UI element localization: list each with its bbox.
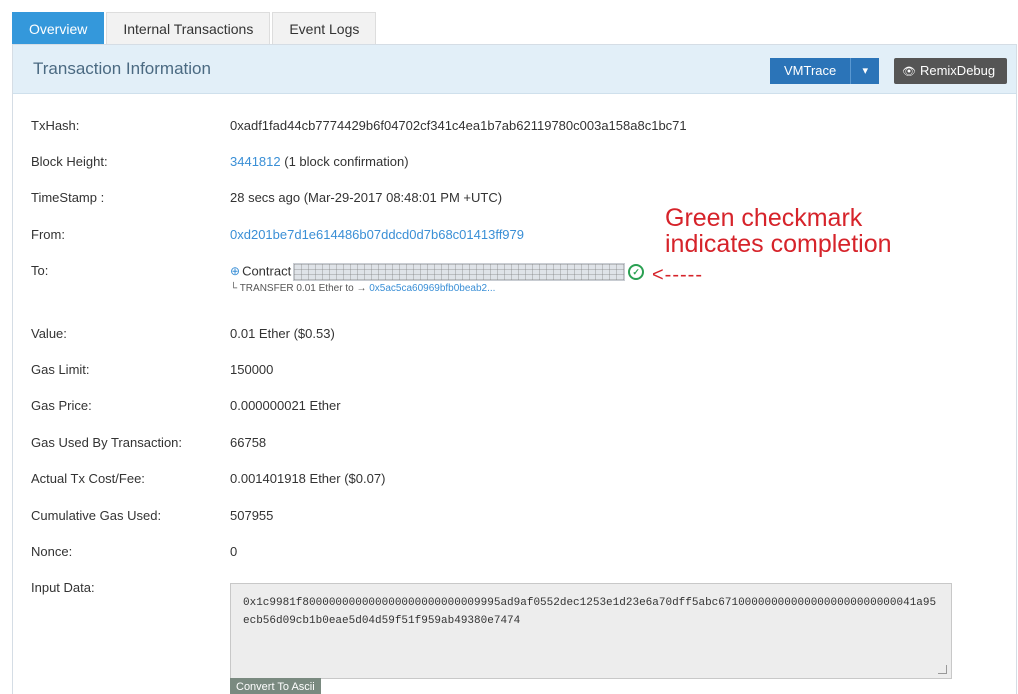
tx-cost-value: 0.001401918 Ether ($0.07) xyxy=(230,471,386,486)
green-checkmark-icon: ✓ xyxy=(628,264,645,280)
remix-debug-label: RemixDebug xyxy=(919,63,996,78)
block-confirmation-text: (1 block confirmation) xyxy=(284,154,409,169)
tab-overview[interactable]: Overview xyxy=(12,12,105,44)
redacted-contract-address xyxy=(293,263,626,281)
block-number-link[interactable]: 3441812 xyxy=(230,154,281,169)
from-address-link[interactable]: 0xd201be7d1e614486b07ddcd0d7b68c01413ff9… xyxy=(230,227,524,242)
input-data-value: 0x1c9981f800000000000000000000000009995a… xyxy=(243,597,937,627)
transaction-panel: Transaction Information VMTrace ▾ 👁 Remix… xyxy=(12,44,1017,694)
remix-debug-button[interactable]: 👁 RemixDebug xyxy=(894,58,1008,84)
nonce-value: 0 xyxy=(230,544,238,559)
value-amount: 0.01 Ether ($0.53) xyxy=(230,326,335,341)
magnifier-icon[interactable]: ⊕ xyxy=(230,264,240,278)
tab-internal-transactions[interactable]: Internal Transactions xyxy=(106,12,271,44)
tab-bar: Overview Internal Transactions Event Log… xyxy=(12,12,378,44)
annotation-line-2: indicates completion xyxy=(665,230,892,258)
timestamp-value: 28 secs ago (Mar-29-2017 08:48:01 PM +UT… xyxy=(230,190,503,205)
annotation-arrow: <----- xyxy=(652,264,703,286)
arrow-right-icon: → xyxy=(356,283,367,294)
to-label: To: xyxy=(31,263,49,278)
transfer-amount: 0.01 Ether xyxy=(296,283,343,294)
annotation-line-1: Green checkmark xyxy=(665,204,863,232)
vmtrace-button-group: VMTrace ▾ xyxy=(770,58,880,84)
transfer-label: TRANSFER xyxy=(239,283,294,294)
gas-used-label: Gas Used By Transaction: xyxy=(31,435,183,450)
caret-down-icon[interactable]: ▾ xyxy=(851,58,880,84)
transfer-info: └ TRANSFER 0.01 Ether to → 0x5ac5ca60969… xyxy=(230,283,496,294)
gas-price-value: 0.000000021 Ether xyxy=(230,398,341,413)
txhash-value: 0xadf1fad44cb7774429b6f04702cf341c4ea1b7… xyxy=(230,118,687,133)
convert-to-ascii-button[interactable]: Convert To Ascii xyxy=(230,678,321,694)
value-label: Value: xyxy=(31,326,67,341)
cumulative-gas-value: 507955 xyxy=(230,508,274,523)
block-height-value: 3441812 (1 block confirmation) xyxy=(230,154,409,169)
contract-label: Contract xyxy=(242,263,292,279)
tx-cost-label: Actual Tx Cost/Fee: xyxy=(31,471,145,486)
panel-header: Transaction Information VMTrace ▾ 👁 Remix… xyxy=(13,45,1016,94)
annotation-text: Green checkmark indicates completion xyxy=(665,205,892,257)
block-height-label: Block Height: xyxy=(31,154,108,169)
gas-price-label: Gas Price: xyxy=(31,398,92,413)
from-label: From: xyxy=(31,227,65,242)
cumulative-gas-label: Cumulative Gas Used: xyxy=(31,508,162,523)
transfer-to-text: to xyxy=(345,283,354,294)
timestamp-label: TimeStamp : xyxy=(31,190,105,205)
nonce-label: Nonce: xyxy=(31,544,73,559)
gas-used-value: 66758 xyxy=(230,435,267,450)
txhash-label: TxHash: xyxy=(31,118,80,133)
gas-limit-value: 150000 xyxy=(230,362,274,377)
resize-handle-icon[interactable] xyxy=(938,665,947,674)
to-value: ⊕ Contract ✓ xyxy=(230,263,645,281)
panel-title: Transaction Information xyxy=(33,59,211,78)
eye-slash-icon: 👁 xyxy=(902,66,916,78)
input-data-label: Input Data: xyxy=(31,580,95,595)
vmtrace-button[interactable]: VMTrace xyxy=(770,58,852,84)
gas-limit-label: Gas Limit: xyxy=(31,362,90,377)
tab-event-logs[interactable]: Event Logs xyxy=(272,12,377,44)
transfer-address-link[interactable]: 0x5ac5ca60969bfb0beab2... xyxy=(369,283,495,294)
input-data-textarea[interactable]: 0x1c9981f800000000000000000000000009995a… xyxy=(230,583,952,679)
